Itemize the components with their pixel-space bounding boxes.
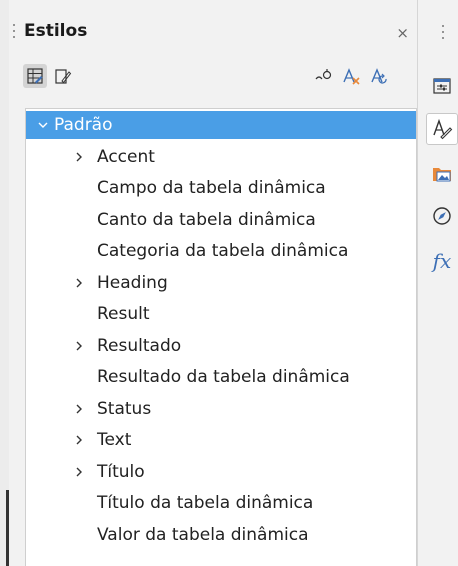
character-styles-icon[interactable] [51,64,75,88]
tree-item-label: Result [97,304,150,324]
tree-item[interactable]: Canto da tabela dinâmica [26,206,416,234]
chevron-right-icon[interactable] [72,458,86,486]
tree-item[interactable]: Status [26,395,416,423]
tree-item[interactable]: Resultado da tabela dinâmica [26,363,416,391]
tree-item-label: Categoria da tabela dinâmica [97,241,349,261]
tree-item-label: Accent [97,146,155,167]
tree-item-label: Text [97,430,132,450]
tree-item-label: Campo da tabela dinâmica [97,178,326,198]
tree-item-label: Título da tabela dinâmica [97,493,314,513]
functions-icon[interactable]: fx [426,245,458,277]
tree-item-label: Canto da tabela dinâmica [97,209,316,230]
tree-item[interactable]: Accent [26,143,416,171]
tree-item-label: Resultado [97,335,182,356]
left-edge [0,0,9,566]
chevron-down-icon[interactable] [36,111,50,139]
drag-grip-icon[interactable] [13,24,16,38]
tree-item[interactable]: Título da tabela dinâmica [26,489,416,517]
tree-root-item[interactable]: Padrão [26,111,416,139]
navigator-icon[interactable] [426,200,458,232]
sidebar-tab-bar: fx [418,0,458,566]
tree-item[interactable]: Result [26,300,416,328]
tree-item[interactable]: Heading [26,269,416,297]
tree-item[interactable]: Campo da tabela dinâmica [26,174,416,202]
panel-title: Estilos [24,21,88,41]
gallery-icon[interactable] [426,157,458,189]
styles-tree[interactable]: Padrão Accent Campo da tabela dinâmica Cant… [25,108,417,566]
chevron-right-icon[interactable] [72,269,86,297]
tree-item-label: Resultado da tabela dinâmica [97,367,350,387]
tree-item-label: Padrão [54,115,113,135]
update-style-icon[interactable] [367,64,391,88]
functions-label: fx [432,249,452,273]
tree-item-label: Título [97,461,145,482]
tree-item-label: Status [97,398,152,419]
new-style-from-selection-icon[interactable] [339,64,363,88]
styles-toolbar [9,62,417,92]
chevron-right-icon[interactable] [72,143,86,171]
close-icon[interactable]: × [396,26,409,41]
tree-item-label: Heading [97,272,168,293]
chevron-right-icon[interactable] [72,332,86,360]
tree-item[interactable]: Título [26,458,416,486]
styles-panel: Estilos × Padrão Accent Campo da tabela … [9,0,418,566]
tree-item[interactable]: Valor da tabela dinâmica [26,521,416,549]
chevron-right-icon[interactable] [72,395,86,423]
fill-format-mode-icon[interactable] [311,64,335,88]
tree-item-label: Valor da tabela dinâmica [97,524,309,545]
tree-item[interactable]: Text [26,426,416,454]
paragraph-styles-icon[interactable] [23,64,47,88]
styles-icon[interactable] [426,113,458,145]
panel-title-bar: Estilos × [9,14,417,48]
sidebar-grip-icon[interactable] [442,25,445,39]
chevron-right-icon[interactable] [72,426,86,454]
tree-item[interactable]: Resultado [26,332,416,360]
properties-icon[interactable] [426,70,458,102]
tree-item[interactable]: Categoria da tabela dinâmica [26,237,416,265]
